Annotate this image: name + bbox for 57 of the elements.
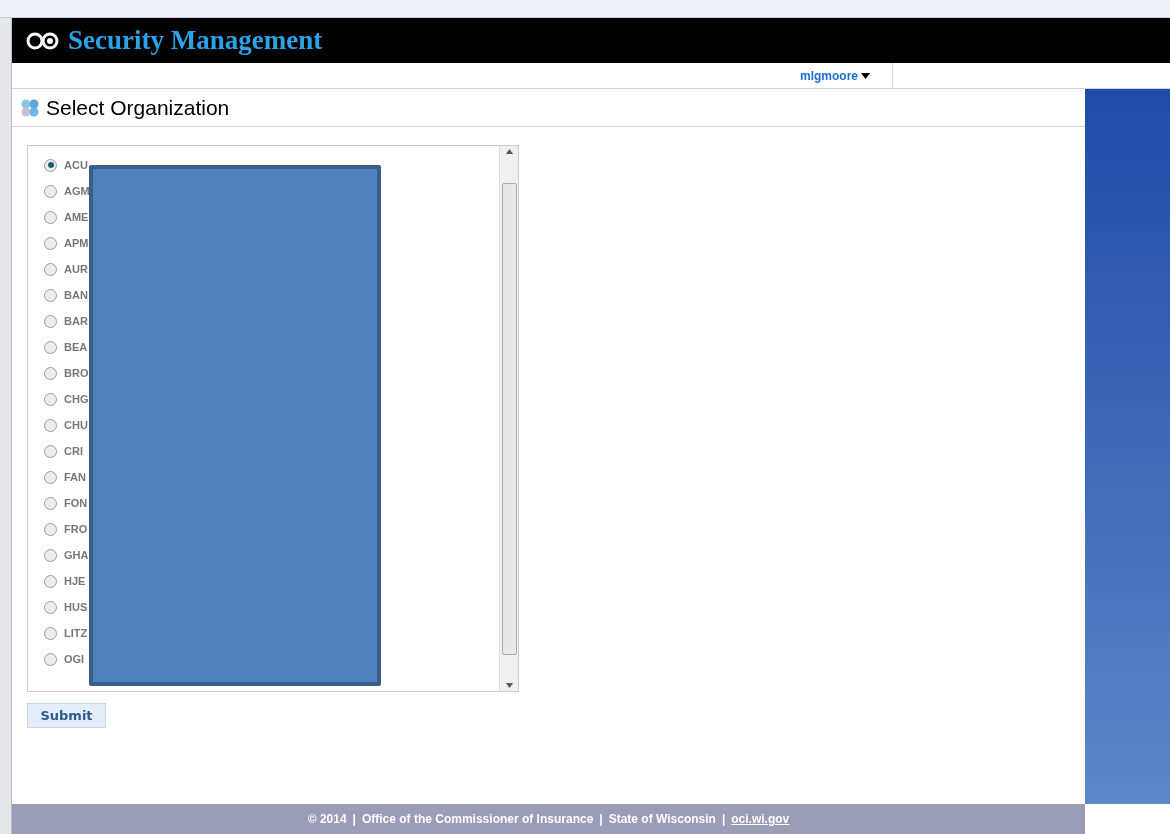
- submit-button[interactable]: Submit: [27, 703, 106, 728]
- organization-name: GHA: [64, 547, 89, 563]
- logo-icon: [26, 31, 60, 50]
- radio-button[interactable]: [44, 392, 57, 406]
- organization-name: CRI: [64, 443, 83, 459]
- radio-button[interactable]: [44, 314, 57, 328]
- radio-button[interactable]: [44, 236, 57, 250]
- website-link[interactable]: oci.wi.gov: [731, 810, 790, 828]
- organization-name: BAN: [64, 287, 88, 303]
- radio-button[interactable]: [44, 262, 57, 276]
- organization-name: CHU: [64, 417, 88, 433]
- organization-name: CHG: [64, 391, 89, 407]
- radio-button[interactable]: [44, 470, 57, 484]
- organization-name: HUS: [64, 599, 88, 615]
- radio-button[interactable]: [44, 210, 57, 224]
- organization-name: FRO: [64, 521, 88, 537]
- footer-text: © 2014: [307, 811, 347, 828]
- radio-button[interactable]: [44, 444, 57, 458]
- organization-name: BAR: [64, 313, 88, 329]
- radio-button[interactable]: [44, 158, 57, 172]
- radio-button[interactable]: [44, 184, 57, 198]
- organization-name: OGI: [64, 651, 85, 667]
- radio-button[interactable]: [44, 574, 57, 588]
- organization-name: AGM: [64, 183, 90, 199]
- user-menu[interactable]: mlgmoore: [800, 66, 870, 85]
- radio-button[interactable]: [44, 288, 57, 302]
- organization-name: AUR: [64, 261, 88, 277]
- radio-button[interactable]: [44, 548, 57, 562]
- organization-name: FON: [64, 495, 88, 511]
- radio-button[interactable]: [44, 652, 57, 666]
- radio-button[interactable]: [44, 522, 57, 536]
- organization-name: AME: [64, 209, 89, 225]
- organization-name: FAN: [64, 469, 86, 485]
- down-arrow-icon[interactable]: [505, 683, 513, 688]
- radio-button[interactable]: [44, 418, 57, 432]
- radio-button[interactable]: [44, 366, 57, 380]
- circles-icon: [20, 97, 40, 118]
- app-title: Security Management: [68, 24, 323, 58]
- separator: |: [352, 811, 356, 828]
- radio-button[interactable]: [44, 600, 57, 614]
- organization-name: BEA: [64, 339, 88, 355]
- page-title: Select Organization: [46, 94, 230, 121]
- organization-name: HJE: [64, 573, 86, 589]
- radio-button[interactable]: [44, 626, 57, 640]
- footer-text: Office of the Commissioner of Insurance: [361, 811, 594, 828]
- organization-name: ACU: [64, 157, 88, 173]
- separator: |: [721, 811, 726, 828]
- organization-name: LITZ: [64, 625, 88, 641]
- radio-button[interactable]: [44, 340, 57, 354]
- radio-button[interactable]: [44, 496, 57, 510]
- footer-text: State of Wisconsin: [608, 811, 716, 828]
- up-arrow-icon[interactable]: [505, 149, 513, 154]
- scrollbar[interactable]: [499, 146, 518, 691]
- caret-icon: [861, 72, 870, 79]
- organization-name: BRO: [64, 365, 89, 381]
- separator: |: [599, 811, 603, 828]
- organization-name: APM: [64, 235, 89, 251]
